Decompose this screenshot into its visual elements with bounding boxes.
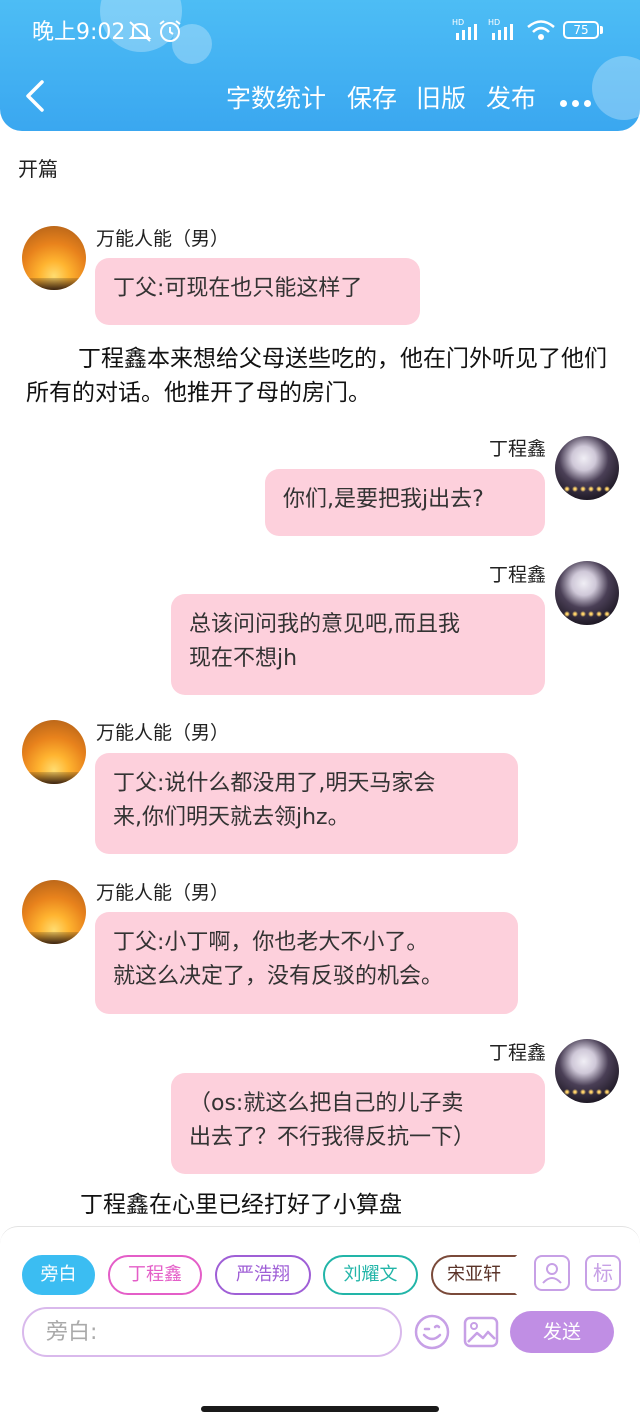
alarm-icon <box>159 20 181 42</box>
message-text-line: （os:就这么把自己的儿子卖 <box>189 1091 464 1116</box>
avatar[interactable] <box>22 880 86 944</box>
message-text: 你们,是要把我j出去? <box>283 487 484 512</box>
avatar[interactable] <box>22 720 86 784</box>
composer-panel: 旁白 丁程鑫 严浩翔 刘耀文 宋亚轩 标 发送 <box>0 1226 640 1422</box>
role-chip-yan-haoxiang[interactable]: 严浩翔 <box>215 1255 311 1295</box>
signal-icon: HD <box>452 18 477 40</box>
speaker-name: 万能人能（男） <box>96 722 230 744</box>
battery-tip <box>600 26 603 34</box>
tag-button[interactable]: 标 <box>585 1255 621 1291</box>
send-button[interactable]: 发送 <box>510 1311 614 1353</box>
speaker-name: 丁程鑫 <box>488 1042 546 1064</box>
character-manage-icon[interactable] <box>534 1255 570 1291</box>
chat-bubble[interactable]: 总该问问我的意见吧,而且我 现在不想jh <box>171 594 545 695</box>
narration-text[interactable]: 丁程鑫在心里已经打好了小算盘 <box>80 1188 600 1222</box>
back-arrow-icon[interactable] <box>20 76 50 116</box>
role-chip-narrator[interactable]: 旁白 <box>22 1255 95 1295</box>
chat-bubble[interactable]: 你们,是要把我j出去? <box>265 469 545 536</box>
chat-bubble[interactable]: （os:就这么把自己的儿子卖 出去了？不行我得反抗一下） <box>171 1073 545 1174</box>
svg-text:HD: HD <box>488 18 500 27</box>
chapter-title: 开篇 <box>18 157 58 181</box>
decorative-bubble <box>592 56 640 120</box>
message-text-line: 总该问问我的意见吧,而且我 <box>189 612 460 637</box>
avatar[interactable] <box>555 1039 619 1103</box>
message-text-line: 现在不想jh <box>189 646 298 671</box>
wifi-icon <box>527 20 555 40</box>
speaker-name: 丁程鑫 <box>488 564 546 586</box>
signal-icon: HD <box>488 18 513 40</box>
role-chip-liu-yaowen[interactable]: 刘耀文 <box>323 1255 418 1295</box>
old-version-button[interactable]: 旧版 <box>416 79 466 115</box>
home-indicator[interactable] <box>201 1406 439 1412</box>
battery-indicator: 75 <box>563 21 599 39</box>
message-text-line: 就这么决定了，没有反驳的机会。 <box>113 964 444 989</box>
role-chip-song-yaxuan[interactable]: 宋亚轩 <box>431 1255 517 1295</box>
avatar[interactable] <box>555 561 619 625</box>
speaker-name: 丁程鑫 <box>488 438 546 460</box>
avatar[interactable] <box>555 436 619 500</box>
emoji-icon[interactable] <box>413 1313 451 1351</box>
role-chip-ding-chengxin[interactable]: 丁程鑫 <box>108 1255 202 1295</box>
avatar[interactable] <box>22 226 86 290</box>
image-icon[interactable] <box>462 1313 500 1351</box>
publish-button[interactable]: 发布 <box>486 79 536 115</box>
word-count-button[interactable]: 字数统计 <box>226 79 326 115</box>
screen: 晚上9:02 HD HD 75 字数统计 保存 旧版 发布 开篇 万能人能（男）… <box>0 0 640 1422</box>
top-app-bar: 晚上9:02 HD HD 75 字数统计 保存 旧版 发布 <box>0 0 640 131</box>
message-text: 丁父:可现在也只能这样了 <box>113 276 363 301</box>
message-text-line: 丁父:说什么都没用了,明天马家会 <box>113 771 436 796</box>
speaker-name: 万能人能（男） <box>96 882 230 904</box>
message-text-line: 丁父:小丁啊，你也老大不小了。 <box>113 930 429 955</box>
message-text-line: 出去了？不行我得反抗一下） <box>189 1125 476 1150</box>
svg-text:HD: HD <box>452 18 464 27</box>
message-text-line: 来,你们明天就去领jhz。 <box>113 805 350 830</box>
save-button[interactable]: 保存 <box>347 79 397 115</box>
chat-bubble[interactable]: 丁父:小丁啊，你也老大不小了。 就这么决定了，没有反驳的机会。 <box>95 912 518 1014</box>
chat-bubble[interactable]: 丁父:说什么都没用了,明天马家会 来,你们明天就去领jhz。 <box>95 753 518 854</box>
narration-text[interactable]: 丁程鑫本来想给父母送些吃的，他在门外听见了他们所有的对话。他推开了母的房门。 <box>26 342 616 410</box>
chat-bubble[interactable]: 丁父:可现在也只能这样了 <box>95 258 420 325</box>
message-input[interactable] <box>22 1307 402 1357</box>
more-options-icon[interactable] <box>560 92 596 111</box>
notifications-muted-icon <box>128 21 152 42</box>
speaker-name: 万能人能（男） <box>96 228 230 250</box>
status-time: 晚上9:02 <box>32 20 126 45</box>
